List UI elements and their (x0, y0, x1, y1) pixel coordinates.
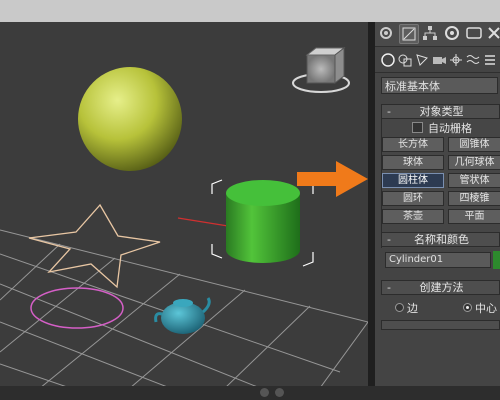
object-name-field[interactable]: Cylinder01 (385, 252, 491, 268)
object-name-value: Cylinder01 (389, 254, 444, 265)
create-category-icons (375, 48, 500, 73)
cameras-icon[interactable] (431, 52, 447, 68)
viewport-divider (368, 22, 375, 388)
primitive-type-dropdown[interactable]: 标准基本体 (381, 77, 498, 94)
creation-method-title: 创建方法 (419, 281, 464, 294)
display-tab-icon[interactable] (465, 24, 483, 42)
shapes-icon[interactable] (397, 52, 413, 68)
name-color-title: 名称和颜色 (414, 233, 469, 246)
viewport-scene (0, 46, 368, 388)
next-rollout-header[interactable] (381, 320, 500, 330)
torus-button[interactable]: 圆环 (382, 191, 444, 206)
create-tab-icon[interactable] (377, 24, 395, 42)
center-label: 中心 (475, 302, 497, 315)
top-toolbar-strip (0, 0, 500, 22)
cylinder-button[interactable]: 圆柱体 (382, 173, 444, 188)
helpers-icon[interactable] (448, 52, 464, 68)
hierarchy-tab-icon[interactable] (421, 24, 439, 42)
command-panel: 标准基本体 - 对象类型 自动栅格 长方体 圆锥体 球体 几何球体 圆柱体 管状… (375, 22, 500, 388)
circle-shape (30, 287, 124, 329)
autogrid-label: 自动栅格 (428, 122, 472, 135)
annotation-arrow (297, 161, 368, 197)
motion-tab-icon[interactable] (443, 24, 461, 42)
systems-icon[interactable] (482, 52, 498, 68)
geometry-icon[interactable] (380, 52, 396, 68)
bottom-status-bar (0, 386, 500, 400)
status-dot (275, 388, 284, 397)
cylinder-object (226, 180, 300, 263)
pyramid-button[interactable]: 四棱锥 (448, 191, 500, 206)
object-type-rollout-header[interactable]: - 对象类型 (381, 104, 500, 119)
lights-icon[interactable] (414, 52, 430, 68)
teapot-object (154, 297, 211, 334)
edge-label: 边 (407, 302, 418, 315)
spacewarps-icon[interactable] (465, 52, 481, 68)
object-color-swatch[interactable] (493, 251, 500, 269)
axis-x (177, 217, 229, 227)
utilities-tab-icon[interactable] (485, 24, 500, 42)
box-button[interactable]: 长方体 (382, 137, 444, 152)
perspective-viewport[interactable] (0, 22, 368, 388)
command-panel-tabs (375, 22, 500, 47)
object-type-title: 对象类型 (419, 105, 464, 118)
viewcube-icon (292, 46, 350, 93)
status-dot (260, 388, 269, 397)
sphere-object (78, 67, 182, 171)
center-radio[interactable] (463, 303, 472, 312)
tube-button[interactable]: 管状体 (448, 173, 500, 188)
object-type-rollout: 自动栅格 长方体 圆锥体 球体 几何球体 圆柱体 管状体 圆环 四棱锥 茶壶 平… (381, 119, 500, 248)
edge-radio[interactable] (395, 303, 404, 312)
geosphere-button[interactable]: 几何球体 (448, 155, 500, 170)
cone-button[interactable]: 圆锥体 (448, 137, 500, 152)
name-color-rollout-header[interactable]: - 名称和颜色 (381, 232, 500, 247)
creation-method-rollout-header[interactable]: - 创建方法 (381, 280, 500, 295)
sphere-button[interactable]: 球体 (382, 155, 444, 170)
primitive-type-value: 标准基本体 (385, 80, 440, 93)
modify-tab-icon[interactable] (399, 24, 419, 44)
autogrid-checkbox[interactable] (412, 122, 423, 133)
teapot-button[interactable]: 茶壶 (382, 209, 444, 224)
plane-button[interactable]: 平面 (448, 209, 500, 224)
